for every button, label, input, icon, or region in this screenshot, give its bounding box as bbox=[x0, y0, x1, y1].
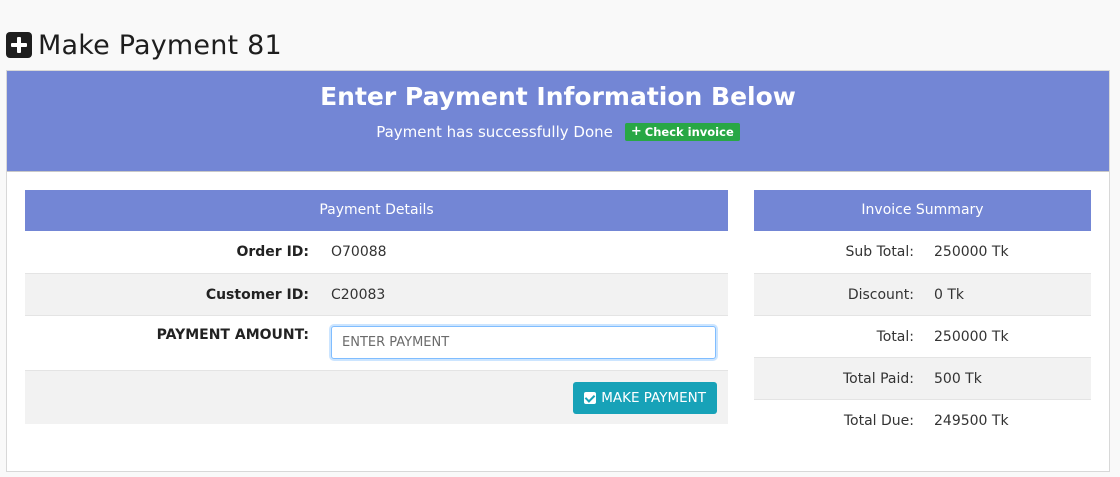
total-due-label: Total Due: bbox=[843, 412, 914, 429]
total-due-value: 249500 Tk bbox=[934, 412, 1009, 429]
status-line: Payment has successfully Done + Check in… bbox=[7, 123, 1109, 141]
order-id-label: Order ID: bbox=[236, 244, 309, 260]
page-title: Make Payment 81 bbox=[38, 29, 282, 61]
check-invoice-button[interactable]: + Check invoice bbox=[624, 123, 740, 141]
payment-card: Enter Payment Information Below Payment … bbox=[6, 70, 1110, 472]
payment-action-row: MAKE PAYMENT bbox=[25, 370, 728, 424]
payment-details-header: Payment Details bbox=[25, 190, 728, 231]
payment-amount-label: PAYMENT AMOUNT: bbox=[156, 327, 309, 343]
payment-amount-input[interactable] bbox=[331, 326, 716, 359]
customer-id-label: Customer ID: bbox=[205, 286, 309, 303]
total-paid-value: 500 Tk bbox=[934, 370, 982, 387]
summary-row-total-due: Total Due: 249500 Tk bbox=[754, 399, 1091, 441]
discount-label: Discount: bbox=[847, 286, 914, 303]
check-invoice-label: Check invoice bbox=[644, 125, 734, 139]
check-square-icon bbox=[584, 391, 597, 404]
total-paid-label: Total Paid: bbox=[842, 370, 914, 387]
invoice-summary-panel: Invoice Summary Sub Total: 250000 Tk Dis… bbox=[754, 190, 1091, 441]
summary-row-discount: Discount: 0 Tk bbox=[754, 273, 1091, 315]
detail-row-customer-id: Customer ID: C20083 bbox=[25, 273, 728, 315]
payment-amount-row: PAYMENT AMOUNT: bbox=[25, 315, 728, 370]
status-message: Payment has successfully Done bbox=[376, 123, 613, 141]
banner-heading: Enter Payment Information Below bbox=[320, 82, 796, 111]
detail-row-order-id: Order ID: O70088 bbox=[25, 231, 728, 273]
total-value: 250000 Tk bbox=[934, 328, 1009, 345]
make-payment-button[interactable]: MAKE PAYMENT bbox=[573, 381, 717, 414]
card-banner: Enter Payment Information Below Payment … bbox=[7, 71, 1109, 172]
summary-row-total-paid: Total Paid: 500 Tk bbox=[754, 357, 1091, 399]
summary-row-total: Total: 250000 Tk bbox=[754, 315, 1091, 357]
sub-total-label: Sub Total: bbox=[845, 244, 914, 260]
discount-value: 0 Tk bbox=[934, 286, 965, 303]
payment-details-panel: Payment Details Order ID: O70088 Custome… bbox=[25, 190, 728, 424]
make-payment-label: MAKE PAYMENT bbox=[601, 389, 706, 406]
order-id-value: O70088 bbox=[331, 244, 387, 260]
plus-square-icon bbox=[6, 32, 32, 58]
summary-row-sub-total: Sub Total: 250000 Tk bbox=[754, 231, 1091, 273]
page-header: Make Payment 81 bbox=[6, 26, 282, 64]
sub-total-value: 250000 Tk bbox=[934, 244, 1009, 260]
invoice-summary-header: Invoice Summary bbox=[754, 190, 1091, 231]
plus-icon: + bbox=[630, 124, 642, 139]
total-label: Total: bbox=[876, 328, 914, 345]
customer-id-value: C20083 bbox=[331, 286, 386, 303]
